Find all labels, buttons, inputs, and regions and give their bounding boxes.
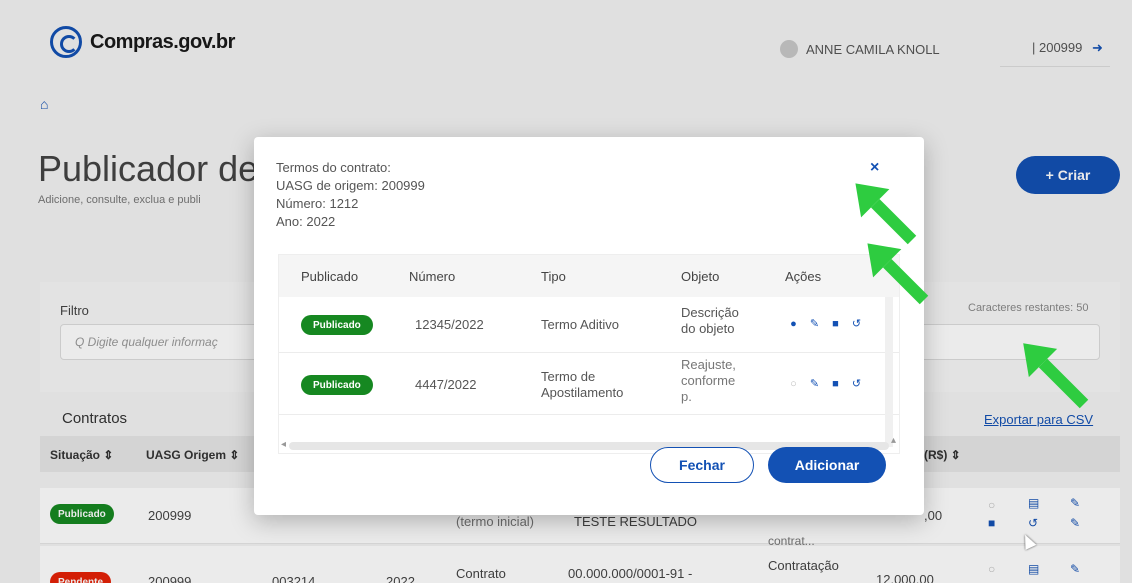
- green-arrow-icon: [855, 183, 917, 245]
- green-arrow-icon: [1023, 343, 1089, 409]
- annotation-arrows: [855, 183, 1089, 409]
- green-arrow-icon: [867, 243, 929, 305]
